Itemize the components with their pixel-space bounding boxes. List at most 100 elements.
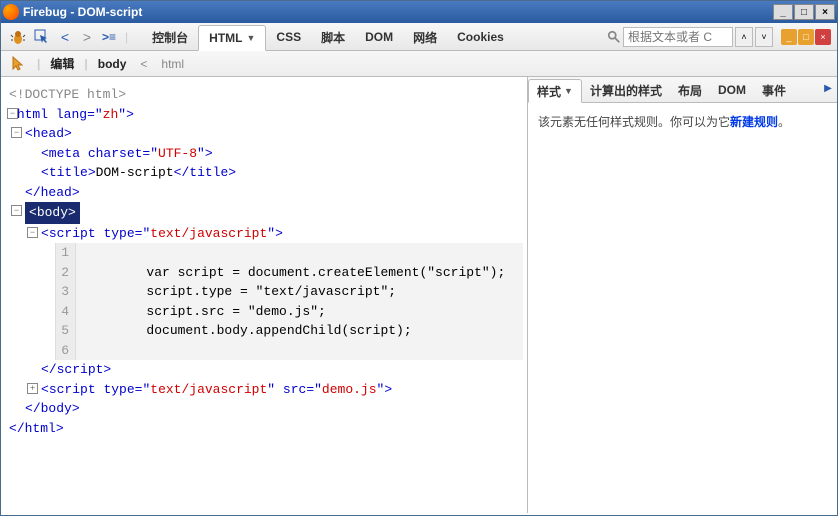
play-icon[interactable]: ▶ bbox=[821, 81, 835, 95]
separator: | bbox=[84, 57, 87, 71]
tag-name: /script bbox=[49, 362, 104, 377]
script-node[interactable]: − <script type="text/javascript"> 1 2 va… bbox=[25, 224, 523, 380]
code-line[interactable]: 3 script.type = "text/javascript"; bbox=[56, 282, 523, 302]
inspect-button[interactable] bbox=[31, 27, 53, 47]
no-rules-suffix: 。 bbox=[778, 115, 790, 129]
tab-style-label: 样式 bbox=[537, 83, 561, 100]
line-number: 4 bbox=[56, 302, 76, 322]
attr-name: charset bbox=[88, 146, 143, 161]
tag-name: body bbox=[37, 205, 68, 220]
tag-name: /body bbox=[33, 401, 72, 416]
attr-name: src bbox=[283, 382, 306, 397]
separator: | bbox=[37, 57, 40, 71]
text-content: DOM-script bbox=[96, 165, 174, 180]
tag-name: title bbox=[189, 165, 228, 180]
line-number: 5 bbox=[56, 321, 76, 341]
firebug-window: Firebug - DOM-script _ □ × < > >≡ | 控制台 … bbox=[0, 0, 838, 516]
tab-events[interactable]: 事件 bbox=[754, 78, 794, 102]
tag-name: /head bbox=[33, 185, 72, 200]
no-rules-text: 该元素无任何样式规则。你可以为它 bbox=[538, 115, 730, 129]
main-toolbar: < > >≡ | 控制台 HTML ▼ CSS 脚本 DOM 网络 Cookie… bbox=[1, 23, 837, 51]
attr-name: lang bbox=[56, 107, 87, 122]
title-node[interactable]: <title>DOM-script</title> bbox=[25, 163, 523, 183]
command-line-button[interactable]: >≡ bbox=[99, 27, 119, 47]
breadcrumb-body[interactable]: body bbox=[94, 55, 131, 73]
tag-name: script bbox=[49, 382, 96, 397]
chevron-down-icon: ▼ bbox=[564, 86, 573, 96]
forward-button[interactable]: > bbox=[77, 27, 97, 47]
line-number: 1 bbox=[56, 243, 76, 263]
doctype-node[interactable]: <!DOCTYPE html> bbox=[5, 85, 523, 105]
tab-net[interactable]: 网络 bbox=[403, 24, 447, 50]
search-next-button[interactable]: ˅ bbox=[755, 27, 773, 47]
body-node[interactable]: − <body> − <script type="text/javascript… bbox=[9, 202, 523, 419]
back-button[interactable]: < bbox=[55, 27, 75, 47]
html-subbar: | 编辑 | body < html bbox=[1, 51, 837, 77]
panel-close-button[interactable]: × bbox=[815, 29, 831, 45]
tab-cookies[interactable]: Cookies bbox=[447, 24, 514, 50]
tab-layout[interactable]: 布局 bbox=[670, 78, 710, 102]
tab-dom[interactable]: DOM bbox=[355, 24, 403, 50]
main-tabs: 控制台 HTML ▼ CSS 脚本 DOM 网络 Cookies bbox=[142, 23, 514, 50]
code-line[interactable]: 2 var script = document.createElement("s… bbox=[56, 263, 523, 283]
search-icon bbox=[607, 30, 621, 44]
html-node[interactable]: − <html lang="zh"> − <head> <meta charse… bbox=[5, 105, 523, 439]
tab-side-dom[interactable]: DOM bbox=[710, 78, 754, 102]
tag-name: title bbox=[49, 165, 88, 180]
window-title: Firebug - DOM-script bbox=[23, 5, 773, 19]
expand-icon[interactable]: + bbox=[27, 383, 38, 394]
window-buttons: _ □ × bbox=[773, 4, 835, 20]
attr-value: text/javascript bbox=[150, 382, 267, 397]
tab-script[interactable]: 脚本 bbox=[311, 24, 355, 50]
code-text: document.body.appendChild(script); bbox=[76, 321, 412, 341]
collapse-icon[interactable]: − bbox=[7, 108, 18, 119]
code-text: script.type = "text/javascript"; bbox=[76, 282, 396, 302]
search-prev-button[interactable]: ˄ bbox=[735, 27, 753, 47]
search-input[interactable] bbox=[623, 27, 733, 47]
tab-html[interactable]: HTML ▼ bbox=[198, 25, 266, 51]
window-minimize-button[interactable]: _ bbox=[773, 4, 793, 20]
html-tree-panel[interactable]: <!DOCTYPE html> − <html lang="zh"> − <he… bbox=[1, 77, 527, 513]
window-maximize-button[interactable]: □ bbox=[794, 4, 814, 20]
script-node-2[interactable]: + <script type="text/javascript" src="de… bbox=[25, 380, 523, 400]
code-line[interactable]: 5 document.body.appendChild(script); bbox=[56, 321, 523, 341]
code-line[interactable]: 1 bbox=[56, 243, 523, 263]
style-panel-body: 该元素无任何样式规则。你可以为它新建规则。 bbox=[528, 103, 837, 140]
selected-element[interactable]: <body> bbox=[25, 202, 80, 224]
head-node[interactable]: − <head> <meta charset="UTF-8"> <title>D… bbox=[9, 124, 523, 202]
new-rule-link[interactable]: 新建规则 bbox=[730, 115, 778, 129]
content-area: <!DOCTYPE html> − <html lang="zh"> − <he… bbox=[1, 77, 837, 513]
collapse-icon[interactable]: − bbox=[11, 205, 22, 216]
side-panel: 样式 ▼ 计算出的样式 布局 DOM 事件 ▶ 该元素无任何样式规则。你可以为它… bbox=[527, 77, 837, 513]
collapse-icon[interactable]: − bbox=[27, 227, 38, 238]
side-tabs: 样式 ▼ 计算出的样式 布局 DOM 事件 ▶ bbox=[528, 77, 837, 103]
collapse-icon[interactable]: − bbox=[11, 127, 22, 138]
panel-minimize-button[interactable]: _ bbox=[781, 29, 797, 45]
code-line[interactable]: 6 bbox=[56, 341, 523, 361]
pointer-icon[interactable] bbox=[7, 54, 31, 74]
tab-css[interactable]: CSS bbox=[266, 24, 311, 50]
edit-button[interactable]: 编辑 bbox=[46, 53, 78, 74]
attr-value: demo.js bbox=[322, 382, 377, 397]
meta-node[interactable]: <meta charset="UTF-8"> bbox=[25, 144, 523, 164]
panel-popup-button[interactable]: □ bbox=[798, 29, 814, 45]
panel-window-controls: _ □ × bbox=[781, 29, 831, 45]
tag-name: script bbox=[49, 226, 96, 241]
tab-html-label: HTML bbox=[209, 31, 242, 45]
window-close-button[interactable]: × bbox=[815, 4, 835, 20]
attr-name: type bbox=[103, 382, 134, 397]
search-box: ˄ ˅ bbox=[607, 27, 773, 47]
code-text: var script = document.createElement("scr… bbox=[76, 263, 505, 283]
separator: | bbox=[125, 30, 128, 44]
line-number: 6 bbox=[56, 341, 76, 361]
tab-console[interactable]: 控制台 bbox=[142, 24, 198, 50]
tag-name: html bbox=[17, 107, 48, 122]
breadcrumb-html[interactable]: html bbox=[157, 55, 188, 73]
attr-value: text/javascript bbox=[150, 226, 267, 241]
firebug-menu-button[interactable] bbox=[7, 27, 29, 47]
firefox-icon bbox=[3, 4, 19, 20]
code-block: 1 2 var script = document.createElement(… bbox=[55, 243, 523, 360]
tab-style[interactable]: 样式 ▼ bbox=[528, 79, 582, 103]
tab-computed[interactable]: 计算出的样式 bbox=[582, 78, 670, 102]
code-line[interactable]: 4 script.src = "demo.js"; bbox=[56, 302, 523, 322]
